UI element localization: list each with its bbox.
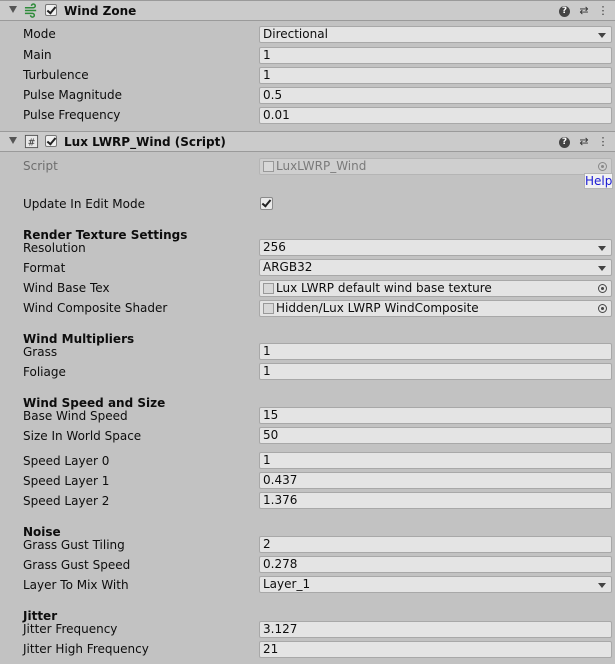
component-title: Wind Zone [64, 4, 137, 18]
script-file-icon [263, 161, 274, 172]
turbulence-field[interactable]: 1 [259, 67, 612, 84]
layer-to-mix-with-label: Layer To Mix With [23, 578, 129, 592]
base-wind-speed-label: Base Wind Speed [23, 409, 128, 423]
menu-icon[interactable]: ⋮ [596, 135, 610, 149]
grass-gust-speed-field[interactable]: 0.278 [259, 556, 612, 573]
script-field: LuxLWRP_Wind [259, 158, 612, 175]
svg-text:#: # [28, 137, 36, 148]
pulse-frequency-label: Pulse Frequency [23, 108, 121, 122]
speed-layer-0-label: Speed Layer 0 [23, 454, 110, 468]
wind-speed-section-title: Wind Speed and Size [23, 396, 166, 410]
dropdown-arrow-icon [598, 246, 606, 251]
base-wind-speed-field[interactable]: 15 [259, 407, 612, 424]
presets-icon[interactable]: ⇄ [577, 4, 591, 18]
speed-layer-1-field[interactable]: 0.437 [259, 472, 612, 489]
wind-multipliers-section-title: Wind Multipliers [23, 332, 135, 346]
layer-to-mix-with-value: Layer_1 [263, 577, 311, 591]
speed-layer-0-field[interactable]: 1 [259, 452, 612, 469]
dropdown-arrow-icon [598, 583, 606, 588]
wind-base-tex-value: Lux LWRP default wind base texture [276, 281, 492, 295]
lux-wind-header[interactable]: # Lux LWRP_Wind (Script) ? ⇄ ⋮ [0, 131, 615, 152]
shader-icon [263, 303, 274, 314]
size-in-world-space-label: Size In World Space [23, 429, 142, 443]
grass-gust-tiling-field[interactable]: 2 [259, 536, 612, 553]
mode-label: Mode [23, 27, 56, 41]
wind-composite-shader-value: Hidden/Lux LWRP WindComposite [276, 301, 479, 315]
mode-value: Directional [263, 27, 328, 41]
speed-layer-2-label: Speed Layer 2 [23, 494, 110, 508]
speed-layer-1-label: Speed Layer 1 [23, 474, 110, 488]
menu-icon[interactable]: ⋮ [596, 4, 610, 18]
pulse-magnitude-label: Pulse Magnitude [23, 88, 122, 102]
object-picker-icon[interactable] [598, 304, 607, 313]
jitter-frequency-field[interactable]: 3.127 [259, 621, 612, 638]
wind-base-tex-field[interactable]: Lux LWRP default wind base texture [259, 280, 612, 297]
component-enabled-checkbox[interactable] [45, 135, 57, 147]
update-in-edit-mode-checkbox[interactable] [260, 197, 273, 210]
script-label: Script [23, 159, 58, 173]
jitter-section-title: Jitter [23, 609, 58, 623]
render-texture-section-title: Render Texture Settings [23, 228, 188, 242]
wind-zone-header[interactable]: Wind Zone ? ⇄ ⋮ [0, 0, 615, 21]
layer-to-mix-with-dropdown[interactable]: Layer_1 [259, 576, 612, 593]
dropdown-arrow-icon [598, 33, 606, 38]
dropdown-arrow-icon [598, 266, 606, 271]
resolution-value: 256 [263, 240, 286, 254]
help-icon[interactable]: ? [559, 137, 570, 148]
object-picker-icon[interactable] [598, 284, 607, 293]
resolution-dropdown[interactable]: 256 [259, 239, 612, 256]
wind-icon [24, 3, 37, 18]
component-title: Lux LWRP_Wind (Script) [64, 135, 226, 149]
grass-gust-speed-label: Grass Gust Speed [23, 558, 131, 572]
help-button[interactable]: Help [584, 173, 613, 189]
script-icon: # [24, 134, 39, 148]
object-picker-icon [598, 162, 607, 171]
jitter-high-frequency-field[interactable]: 21 [259, 641, 612, 658]
grass-field[interactable]: 1 [259, 343, 612, 360]
foldout-arrow-icon[interactable] [9, 137, 17, 144]
wind-composite-shader-field[interactable]: Hidden/Lux LWRP WindComposite [259, 300, 612, 317]
foliage-field[interactable]: 1 [259, 363, 612, 380]
update-in-edit-mode-label: Update In Edit Mode [23, 197, 145, 211]
component-enabled-checkbox[interactable] [45, 4, 57, 16]
format-label: Format [23, 261, 66, 275]
jitter-high-frequency-label: Jitter High Frequency [23, 642, 149, 656]
speed-layer-2-field[interactable]: 1.376 [259, 492, 612, 509]
size-in-world-space-field[interactable]: 50 [259, 427, 612, 444]
script-value: LuxLWRP_Wind [276, 159, 367, 173]
texture-icon [263, 283, 274, 294]
wind-base-tex-label: Wind Base Tex [23, 281, 110, 295]
grass-gust-tiling-label: Grass Gust Tiling [23, 538, 125, 552]
main-label: Main [23, 48, 52, 62]
resolution-label: Resolution [23, 241, 86, 255]
format-value: ARGB32 [263, 260, 313, 274]
grass-label: Grass [23, 345, 58, 359]
mode-dropdown[interactable]: Directional [259, 26, 612, 43]
pulse-frequency-field[interactable]: 0.01 [259, 107, 612, 124]
turbulence-label: Turbulence [23, 68, 89, 82]
presets-icon[interactable]: ⇄ [577, 135, 591, 149]
foldout-arrow-icon[interactable] [9, 6, 17, 13]
help-icon[interactable]: ? [559, 6, 570, 17]
wind-composite-shader-label: Wind Composite Shader [23, 301, 168, 315]
format-dropdown[interactable]: ARGB32 [259, 259, 612, 276]
main-field[interactable]: 1 [259, 47, 612, 64]
pulse-magnitude-field[interactable]: 0.5 [259, 87, 612, 104]
jitter-frequency-label: Jitter Frequency [23, 622, 118, 636]
foliage-label: Foliage [23, 365, 66, 379]
noise-section-title: Noise [23, 525, 61, 539]
